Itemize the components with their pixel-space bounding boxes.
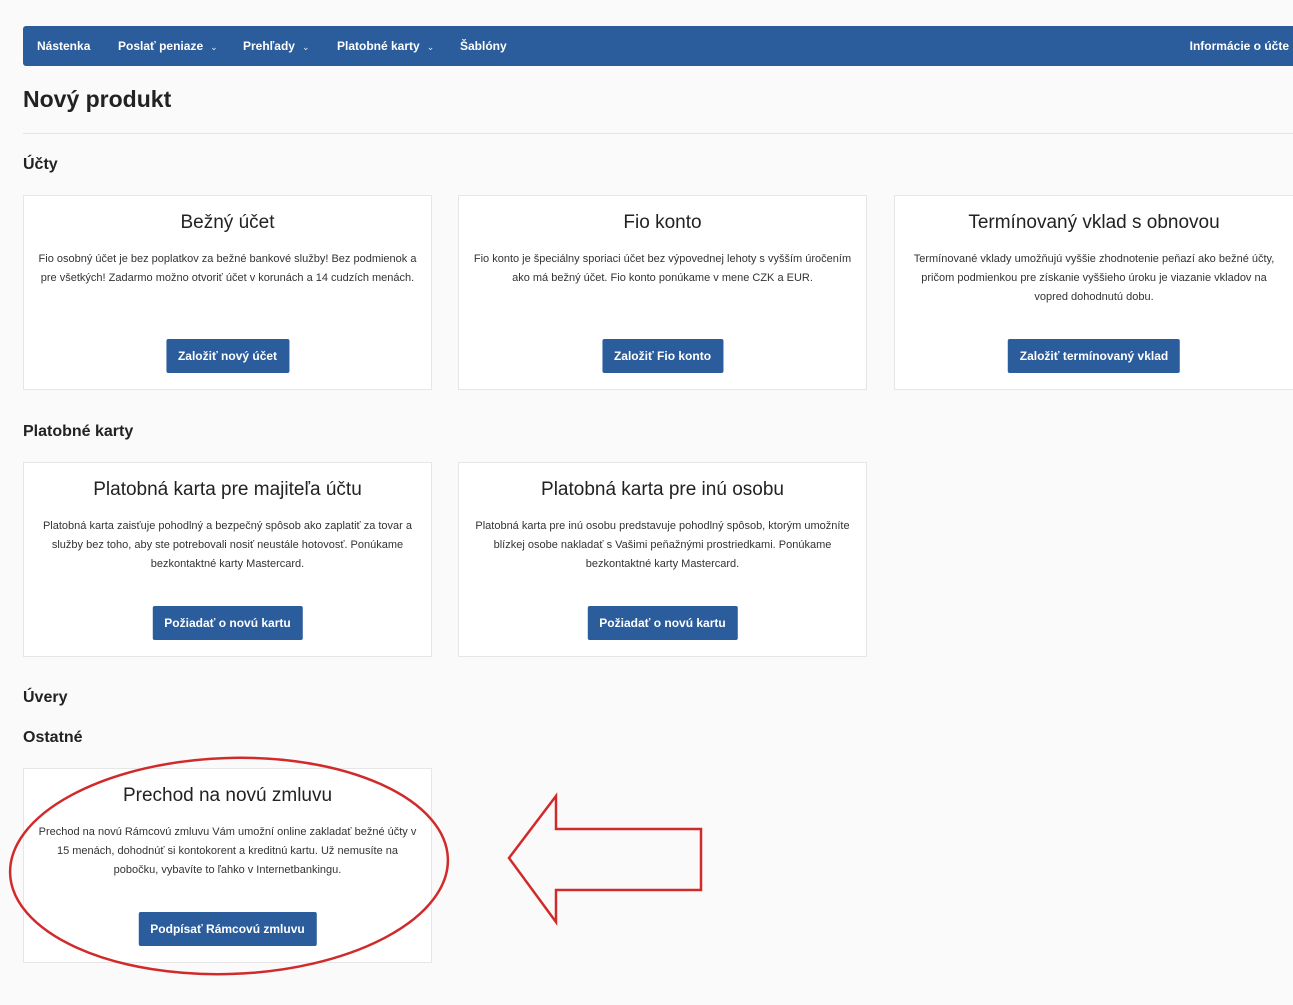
card-title: Bežný účet — [180, 212, 275, 233]
main-navbar: Nástenka Poslať peniaze ⌄ Prehľady ⌄ Plato… — [23, 26, 1293, 66]
card-description: Platobná karta zaisťuje pohodlný a bezpe… — [42, 520, 413, 570]
card-title: Fio konto — [623, 212, 702, 233]
card-title: Platobná karta pre inú osobu — [541, 479, 784, 500]
chevron-down-icon: ⌄ — [301, 42, 310, 52]
page-title: Nový produkt — [23, 86, 172, 112]
open-term-deposit-button[interactable]: Založiť termínovaný vklad — [1007, 339, 1181, 373]
card-description: Termínované vklady umožňujú vyššie zhodn… — [913, 253, 1275, 303]
product-card-other-person-card: Platobná karta pre inú osobu Platobná ka… — [458, 462, 867, 657]
open-fio-konto-button[interactable]: Založiť Fio konto — [601, 339, 724, 373]
chevron-down-icon: ⌄ — [210, 42, 218, 52]
nav-item-poslat-peniaze[interactable]: Poslať peniaze ⌄ — [118, 26, 218, 66]
card-description: Platobná karta pre inú osobu predstavuje… — [475, 520, 850, 570]
nav-item-nastenka[interactable]: Nástenka — [37, 26, 90, 66]
card-description: Fio konto je špeciálny sporiaci účet bez… — [473, 253, 852, 284]
pointing-arrow-icon — [507, 792, 703, 926]
product-card-owner-card: Platobná karta pre majiteľa účtu Platobn… — [23, 462, 432, 657]
section-title-loans: Úvery — [23, 689, 68, 706]
card-title: Termínovaný vklad s obnovou — [968, 212, 1220, 233]
card-title: Platobná karta pre majiteľa účtu — [93, 479, 362, 500]
sign-framework-contract-button[interactable]: Podpísať Rámcovú zmluvu — [138, 912, 317, 946]
nav-item-label: Informácie o účte — [1189, 39, 1289, 53]
nav-item-sablony[interactable]: Šablóny — [460, 26, 507, 66]
nav-item-label: Platobné karty — [337, 39, 420, 53]
product-card-fio-konto: Fio konto Fio konto je špeciálny sporiac… — [458, 195, 867, 390]
section-title-accounts: Účty — [23, 156, 58, 173]
product-card-bezny-ucet: Bežný účet Fio osobný účet je bez poplat… — [23, 195, 432, 390]
nav-item-label: Prehľady — [243, 39, 295, 53]
nav-item-platobne-karty[interactable]: Platobné karty ⌄ — [337, 26, 434, 66]
nav-item-label: Poslať peniaze — [118, 39, 204, 53]
product-card-new-contract: Prechod na novú zmluvu Prechod na novú R… — [23, 768, 432, 963]
nav-item-label: Nástenka — [37, 39, 91, 53]
nav-item-label: Šablóny — [460, 39, 507, 53]
card-description: Fio osobný účet je bez poplatkov za bežn… — [38, 253, 417, 284]
card-description: Prechod na novú Rámcovú zmluvu Vám umožn… — [38, 826, 417, 876]
section-title-other: Ostatné — [23, 729, 83, 746]
title-divider — [23, 133, 1293, 134]
product-card-terminovany-vklad: Termínovaný vklad s obnovou Termínované … — [894, 195, 1293, 390]
request-other-person-card-button[interactable]: Požiadať o novú kartu — [587, 606, 738, 640]
card-title: Prechod na novú zmluvu — [122, 785, 333, 806]
nav-item-prehlady[interactable]: Prehľady ⌄ — [243, 26, 310, 66]
nav-item-account-info[interactable]: Informácie o účte — [1190, 26, 1289, 66]
chevron-down-icon: ⌄ — [426, 42, 435, 52]
section-title-payment-cards: Platobné karty — [23, 423, 134, 440]
request-owner-card-button[interactable]: Požiadať o novú kartu — [152, 606, 303, 640]
open-new-account-button[interactable]: Založiť nový účet — [165, 339, 290, 373]
